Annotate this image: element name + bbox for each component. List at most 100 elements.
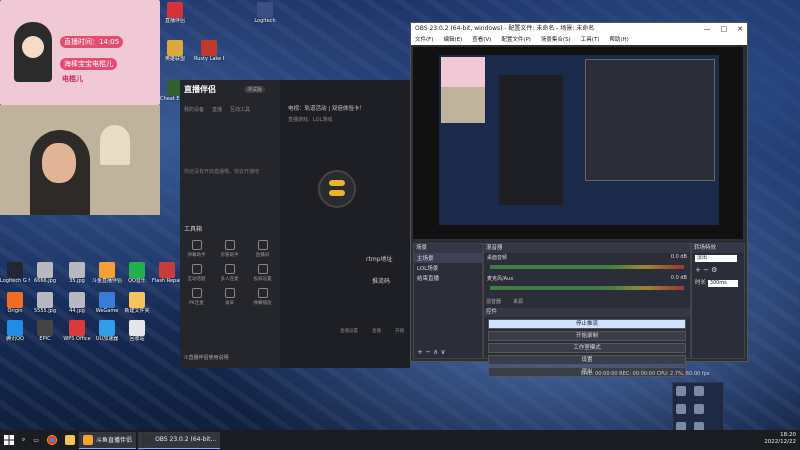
taskbar: ⌕ ▭ 斗鱼直播伴侣 OBS 23.0.2 (64-bit... 18:20 20… [0,430,800,450]
tray-app-icon[interactable] [693,386,704,396]
tool-item[interactable]: PK连麦 [180,288,213,306]
sources-tab[interactable]: 来源 [513,298,523,305]
transition-select[interactable]: 淡出 [695,255,737,262]
tool-icon [224,240,235,250]
desktop-icon[interactable]: Origin [0,292,30,314]
tray-popup [672,382,724,432]
volume-meter[interactable] [490,286,684,290]
obs-preview[interactable] [413,47,743,239]
obs-menu-item[interactable]: 编辑(E) [443,35,462,45]
tool-label: 弹幕助手 [187,253,206,258]
app-icon [167,40,183,56]
tray-app-icon[interactable] [676,404,686,414]
obs-menu-item[interactable]: 场景集合(S) [541,35,571,45]
transition-add-icon[interactable]: + − ⚙ [692,264,744,276]
desktop-icon[interactable]: 英雄联盟 [160,40,190,62]
desktop-icon[interactable]: Logitech G HUB [0,262,30,284]
desktop-icon[interactable]: 直播伴侣 [160,2,190,24]
minimize-icon[interactable]: — [704,23,711,35]
tool-item[interactable]: 投屏设置 [246,264,279,282]
task-view-icon[interactable]: ▭ [29,432,43,448]
scene-item[interactable]: 主场景 [414,253,482,263]
obs-menu-item[interactable]: 查看(V) [472,35,491,45]
desktop-icon[interactable]: 腾讯QQ [0,320,30,342]
desktop-icon[interactable]: 回收站 [122,320,152,342]
obs-window[interactable]: OBS 23.0.2 (64-bit, windows) - 配置文件: 未命名… [410,22,748,377]
tool-item[interactable]: 房管助手 [213,240,246,258]
tool-item[interactable]: 多人连麦 [213,264,246,282]
desktop-icon-label: 直播伴侣 [164,18,185,24]
clock[interactable]: 18:20 2022/12/22 [764,432,796,446]
tab-live[interactable]: 直播 [212,106,222,113]
desktop-icon[interactable]: WPS Office [62,320,92,342]
scene-item[interactable]: 结束直播 [414,273,482,283]
tool-icon [191,240,202,250]
desktop-icon[interactable]: UU加速器 [92,320,122,342]
tool-item[interactable]: 直播间 [246,240,279,258]
obs-menu-item[interactable]: 配置文件(P) [501,35,531,45]
start-button[interactable] [0,432,18,448]
live-settings-button[interactable]: 直播设置 [340,328,358,334]
desktop-icon-label: 35.jpg [69,278,85,284]
desktop-icon[interactable]: 5555.jpg [30,292,60,314]
tab-devices[interactable]: 我的设备 [184,106,204,113]
close-icon[interactable]: ✕ [737,23,743,35]
help-link[interactable]: ①直播伴侣使用说明 [184,354,228,361]
app-icon [69,262,85,278]
desktop-icon-label: 6666.jpg [33,278,57,284]
duration-field[interactable]: 300ms [707,280,738,287]
chrome-icon[interactable] [43,432,61,448]
start-circle[interactable] [318,170,356,208]
obs-docks: 场景 主场景 LOL场景 结束直播 + − ∧ ∨ 混音器 桌面音频 0.0 dB 麦克… [413,243,745,377]
tray-app-icon[interactable] [693,404,704,414]
controls-dock-title: 控件 [484,308,690,317]
control-button[interactable]: 设置 [488,355,686,365]
app-icon [69,320,85,336]
taskbar-app[interactable]: OBS 23.0.2 (64-bit... [138,431,221,449]
control-button[interactable]: 停止推流 [488,319,686,329]
obs-menu-item[interactable]: 工具(T) [581,35,600,45]
tool-icon [191,264,202,274]
tab-interactive[interactable]: 互动工具 [230,106,250,113]
desktop-icon[interactable]: 44.jpg [62,292,92,314]
desktop-icon[interactable]: 斗鱼直播伴侣 [92,262,122,284]
desktop-icon[interactable]: QQ音乐 [122,262,152,284]
mixer-track: 桌面音频 0.0 dB [484,253,690,274]
mixer-tab[interactable]: 混音器 [486,298,501,305]
desktop-icon[interactable]: Rusty Lake Paradise [194,40,224,62]
desktop-icon[interactable]: 6666.jpg [30,262,60,284]
desktop-icon[interactable]: Logitech [250,2,280,24]
search-icon[interactable]: ⌕ [18,432,29,448]
control-button[interactable]: 工作室模式 [488,343,686,353]
desktop-icon[interactable]: WeGame [92,292,122,314]
explorer-icon[interactable] [61,432,79,448]
companion-brand: 直播伴侣 [184,85,216,94]
scene-add-icon[interactable]: + − ∧ ∨ [417,348,446,356]
desktop-icon-label: UU加速器 [95,336,119,342]
tool-item[interactable]: 互动话题 [180,264,213,282]
scene-item[interactable]: LOL场景 [414,263,482,273]
volume-meter[interactable] [490,265,684,269]
tool-icon [191,288,202,298]
obs-menu-item[interactable]: 帮助(H) [609,35,628,45]
desktop-icon[interactable]: EPIC [30,320,60,342]
obs-titlebar[interactable]: OBS 23.0.2 (64-bit, windows) - 配置文件: 未命名… [411,23,747,35]
maximize-icon[interactable]: □ [721,23,728,35]
app-icon [99,262,115,278]
taskbar-app[interactable]: 斗鱼直播伴侣 [79,431,137,449]
live-button[interactable]: 直播 [372,328,381,334]
toolbox-title: 工具箱 [184,226,203,233]
tray-app-icon[interactable] [676,386,686,396]
control-button[interactable]: 开始录制 [488,331,686,341]
tool-item[interactable]: 弹幕播放 [246,288,279,306]
tool-item[interactable]: 弹幕助手 [180,240,213,258]
desktop-icon[interactable]: 新建文件夹 [122,292,152,314]
companion-app-window[interactable]: 直播伴侣 测试版 我的设备 直播 互动工具 你还没有开启直播哦，快去开播吧 工具… [180,80,410,368]
obs-menu-item[interactable]: 文件(F) [415,35,433,45]
desktop-icon-label: 回收站 [129,336,145,342]
tool-item[interactable]: 录屏 [213,288,246,306]
desktop-icon[interactable]: 35.jpg [62,262,92,284]
desktop-icon[interactable]: Flash Repair [152,262,182,284]
scenes-dock: 场景 主场景 LOL场景 结束直播 + − ∧ ∨ [413,243,483,359]
go-live-button[interactable]: 开播 [395,328,404,334]
